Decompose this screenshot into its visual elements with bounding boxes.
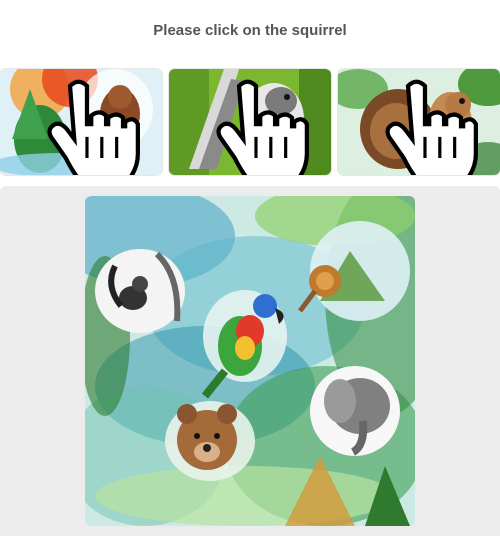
example-images-row	[0, 69, 500, 177]
elephant[interactable]	[310, 366, 400, 456]
example-image-1	[0, 69, 162, 175]
pointer-hand-icon	[216, 79, 309, 175]
captcha-instruction: Please click on the squirrel	[153, 22, 347, 39]
example-image-3	[338, 69, 500, 175]
pointer-hand-icon	[385, 79, 478, 175]
squirrel[interactable]	[95, 249, 185, 333]
bear[interactable]	[165, 401, 255, 481]
challenge-panel	[0, 186, 500, 536]
challenge-image[interactable]	[85, 196, 415, 526]
pointer-hand-icon	[47, 79, 140, 175]
example-image-2	[169, 69, 331, 175]
